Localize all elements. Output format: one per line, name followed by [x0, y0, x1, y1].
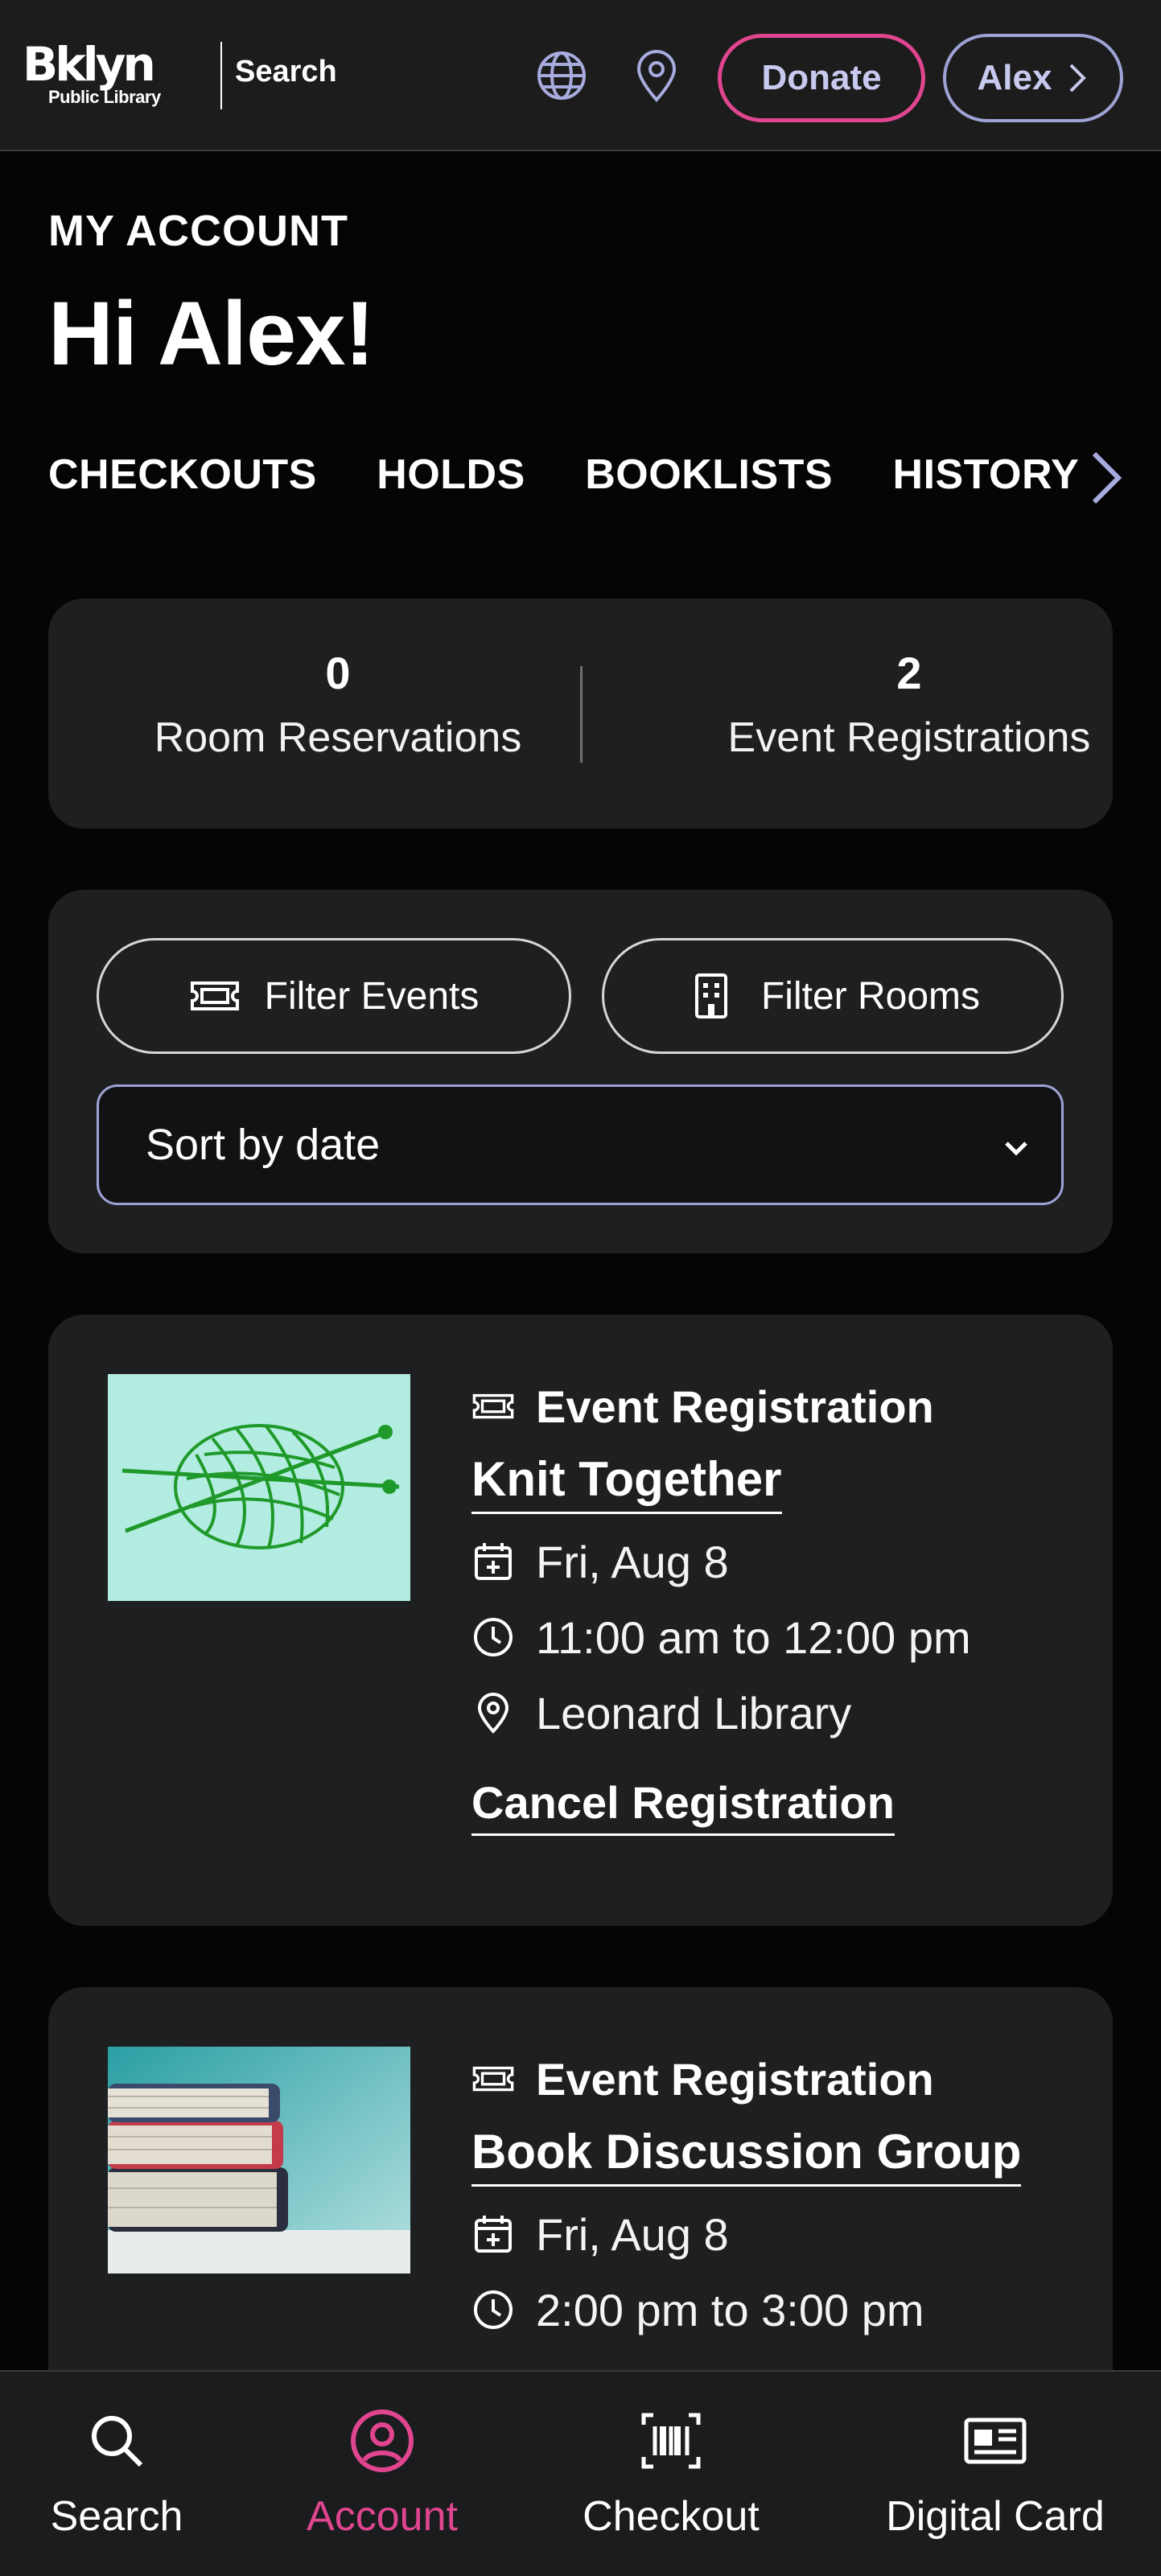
clock-icon — [474, 1618, 513, 1656]
event-location: Leonard Library — [471, 1685, 1083, 1741]
book-stack-illustration — [108, 2047, 410, 2274]
chevron-right-icon — [1070, 64, 1087, 93]
nav-search-label: Search — [50, 2493, 183, 2540]
event-type-label: Event Registration — [536, 2053, 934, 2105]
event-time-text: 2:00 pm to 3:00 pm — [536, 2284, 924, 2335]
nav-digital-card-label: Digital Card — [886, 2493, 1105, 2540]
nav-account-label: Account — [307, 2493, 458, 2540]
yarn-ball-illustration — [108, 1374, 410, 1601]
event-date: Fri, Aug 8 — [471, 2206, 1083, 2262]
filter-rooms-label: Filter Rooms — [760, 974, 981, 1018]
event-registrations-count: 2 — [896, 648, 922, 698]
sort-select-value: Sort by date — [146, 1121, 381, 1169]
event-image-yarn — [108, 1374, 410, 1601]
chevron-down-icon — [1005, 1142, 1027, 1156]
calendar-plus-icon — [475, 1543, 512, 1580]
event-image-books — [108, 2047, 410, 2274]
room-reservations-label: Room Reservations — [154, 714, 522, 761]
calendar-plus-icon — [475, 2216, 512, 2253]
cancel-registration-link[interactable]: Cancel Registration — [471, 1776, 895, 1836]
tab-checkouts[interactable]: CHECKOUTS — [48, 451, 317, 499]
event-title-link[interactable]: Knit Together — [471, 1451, 782, 1514]
donate-button[interactable]: Donate — [718, 34, 925, 122]
account-tabs: CHECKOUTS HOLDS BOOKLISTS HISTORY — [48, 451, 1078, 515]
filter-card: Filter Events Filter Rooms Sort by date — [48, 890, 1113, 1253]
nav-search[interactable]: Search — [32, 2407, 201, 2541]
header-search-link[interactable]: Search — [235, 55, 337, 89]
event-time: 11:00 am to 12:00 pm — [471, 1609, 1083, 1665]
globe-icon[interactable] — [533, 47, 591, 105]
location-pin-icon — [477, 1693, 509, 1734]
event-location-text: Leonard Library — [536, 1687, 852, 1739]
tab-booklists[interactable]: BOOKLISTS — [585, 451, 833, 499]
barcode-scan-icon — [641, 2413, 701, 2469]
filter-rooms-button[interactable]: Filter Rooms — [602, 938, 1064, 1054]
clock-icon — [474, 2290, 513, 2329]
user-menu-label: Alex — [977, 58, 1052, 97]
id-card-icon — [964, 2418, 1027, 2464]
event-time: 2:00 pm to 3:00 pm — [471, 2282, 1083, 2338]
event-title-link[interactable]: Book Discussion Group — [471, 2124, 1022, 2187]
building-icon — [694, 973, 727, 1018]
event-details: Event Registration Knit Together Fri, Au… — [471, 1374, 1083, 1836]
tab-history[interactable]: HISTORY — [893, 451, 1078, 499]
nav-checkout[interactable]: Checkout — [568, 2407, 774, 2541]
tabs-scroll-right-icon[interactable] — [1086, 447, 1126, 508]
tab-holds[interactable]: HOLDS — [377, 451, 525, 499]
logo-divider — [220, 42, 222, 109]
section-eyebrow: MY ACCOUNT — [48, 207, 348, 255]
bottom-navigation: Search Account Checkout Digital Card — [0, 2370, 1161, 2576]
stats-divider — [580, 666, 583, 763]
ticket-icon — [472, 2066, 514, 2092]
user-circle-icon — [351, 2409, 414, 2472]
event-registrations-label: Event Registrations — [727, 714, 1091, 761]
filter-events-label: Filter Events — [264, 974, 480, 1018]
event-card: Event Registration Knit Together Fri, Au… — [48, 1315, 1113, 1926]
event-type: Event Registration — [471, 1374, 1083, 1438]
room-reservations-stat[interactable]: 0 Room Reservations — [97, 647, 579, 762]
room-reservations-count: 0 — [325, 648, 351, 698]
nav-digital-card[interactable]: Digital Card — [871, 2407, 1120, 2541]
event-details: Event Registration Book Discussion Group… — [471, 2047, 1083, 2338]
event-date-text: Fri, Aug 8 — [536, 2208, 729, 2260]
event-date-text: Fri, Aug 8 — [536, 1536, 729, 1587]
top-header: Bklyn Public Library Search Donate Alex — [0, 0, 1161, 151]
location-pin-icon[interactable] — [628, 47, 685, 105]
event-date: Fri, Aug 8 — [471, 1533, 1083, 1590]
logo-sub-text: Public Library — [48, 87, 161, 107]
event-type-label: Event Registration — [536, 1381, 934, 1432]
ticket-icon — [190, 981, 239, 1010]
user-menu-button[interactable]: Alex — [943, 34, 1123, 122]
event-time-text: 11:00 am to 12:00 pm — [536, 1611, 971, 1663]
search-icon — [92, 2416, 143, 2467]
library-logo[interactable]: Bklyn Public Library — [23, 39, 208, 113]
reservation-stats-card: 0 Room Reservations 2 Event Registration… — [48, 599, 1113, 829]
nav-checkout-label: Checkout — [583, 2493, 760, 2540]
event-registrations-stat[interactable]: 2 Event Registrations — [668, 647, 1151, 762]
filter-events-button[interactable]: Filter Events — [97, 938, 571, 1054]
sort-select[interactable]: Sort by date — [97, 1084, 1064, 1205]
nav-account[interactable]: Account — [291, 2407, 473, 2541]
logo-main-text: Bklyn — [23, 37, 156, 92]
event-type: Event Registration — [471, 2047, 1083, 2111]
page-title: Hi Alex! — [48, 283, 375, 384]
ticket-icon — [472, 1393, 514, 1419]
